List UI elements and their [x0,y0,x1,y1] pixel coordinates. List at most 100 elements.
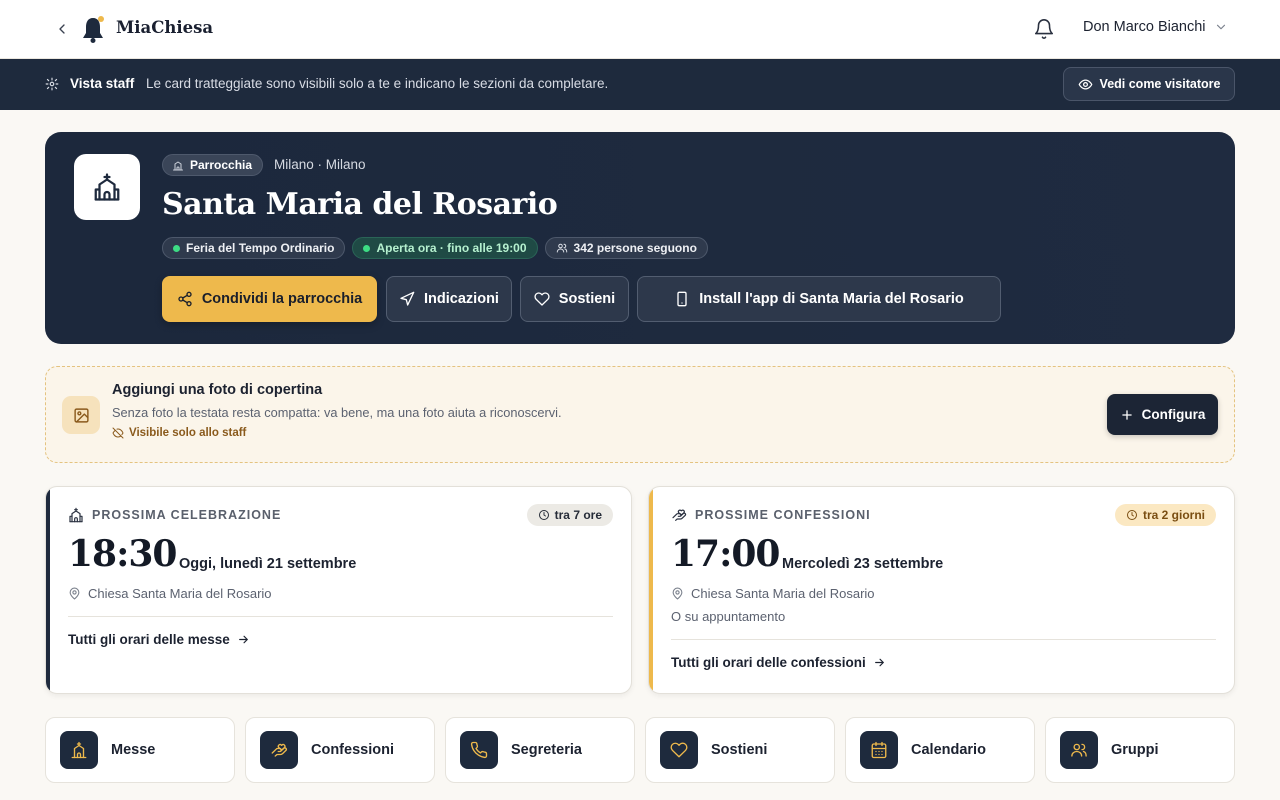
next-confession-time: 17:00 [671,533,780,575]
todo-title: Aggiungi una foto di copertina [112,382,323,398]
open-status-badge: Aperta ora · fino alle 19:00 [352,237,538,259]
next-mass-relative: tra 7 ore [554,508,602,522]
directions-button[interactable]: Indicazioni [386,276,512,322]
next-confession-heading-label: PROSSIME CONFESSIONI [695,508,871,522]
liturgy-label: Feria del Tempo Ordinario [186,241,335,255]
next-confession-card: PROSSIME CONFESSIONI tra 2 giorni 17:00 … [648,486,1235,694]
next-confession-place-label: Chiesa Santa Maria del Rosario [691,586,875,601]
view-as-visitor-label: Vedi come visitatore [1099,77,1221,91]
heart-icon [534,292,550,306]
status-dot [173,244,180,252]
next-mass-day: Oggi, lunedì 21 settembre [179,556,357,572]
view-as-visitor-button[interactable]: Vedi come visitatore [1063,67,1235,101]
arrow-right-icon [238,635,248,644]
open-status-label: Aperta ora · fino alle 19:00 [376,241,527,255]
share-parish-label: Condividi la parrocchia [201,291,363,307]
parish-name: Santa Maria del Rosario [162,187,558,222]
clock-icon [538,510,549,520]
directions-label: Indicazioni [424,291,499,307]
status-dot [363,244,371,252]
next-mass-heading-label: PROSSIMA CELEBRAZIONE [92,508,282,522]
install-app-button[interactable]: Install l'app di Santa Maria del Rosario [637,276,1001,322]
staff-view-text: Le card tratteggiate sono visibili solo … [146,76,609,91]
next-confession-relative-badge: tra 2 giorni [1114,504,1216,526]
staff-view-label: Vista staff [70,76,135,91]
tile-office[interactable]: Segreteria [445,717,635,783]
parish-type: Parrocchia [190,158,253,172]
next-mass-place-label: Chiesa Santa Maria del Rosario [88,586,272,601]
parish-type-pill: Parrocchia [162,154,264,176]
tile-masses[interactable]: Messe [45,717,235,783]
tile-calendar[interactable]: Calendario [845,717,1035,783]
image-icon [62,396,100,434]
arrow-right-icon [874,658,884,667]
support-button[interactable]: Sostieni [520,276,629,322]
hand-heart-icon [672,509,687,521]
users-icon [1060,731,1098,769]
install-app-label: Install l'app di Santa Maria del Rosario [699,291,964,307]
gear-icon [45,77,59,91]
card-divider [671,639,1216,640]
tile-groups[interactable]: Gruppi [1045,717,1235,783]
chevron-down-icon [1216,24,1225,30]
next-mass-heading: PROSSIMA CELEBRAZIONE [68,507,281,523]
tile-label: Segreteria [511,742,582,758]
church-small-icon [173,161,183,171]
bell-logo-icon [80,14,106,44]
hand-heart-icon [260,731,298,769]
next-mass-card: PROSSIMA CELEBRAZIONE tra 7 ore 18:30 Og… [45,486,632,694]
next-confession-day: Mercoledì 23 settembre [782,556,944,572]
church-icon [69,507,83,523]
chevron-left-icon [59,24,65,34]
tile-confessions[interactable]: Confessioni [245,717,435,783]
followers-badge: 342 persone seguono [544,237,708,259]
hero-badges: Feria del Tempo Ordinario Aperta ora · f… [162,237,708,259]
configure-button[interactable]: Configura [1107,394,1218,435]
plus-icon [1121,409,1132,420]
map-pin-icon [672,587,683,600]
all-mass-times-link[interactable]: Tutti gli orari delle messe [68,632,250,647]
card-divider [68,616,613,617]
church-icon [74,154,140,220]
next-confession-place: Chiesa Santa Maria del Rosario [671,586,875,601]
all-confession-times-link[interactable]: Tutti gli orari delle confessioni [671,655,886,670]
tile-support[interactable]: Sostieni [645,717,835,783]
liturgy-badge: Feria del Tempo Ordinario [162,237,346,259]
eye-off-icon [112,427,124,439]
users-icon [556,243,567,253]
navigation-icon [400,291,415,306]
back-button[interactable] [52,19,72,39]
share-icon [178,291,192,307]
card-accent [46,487,50,693]
app-name: MiaChiesa [116,18,214,37]
user-menu[interactable]: Don Marco Bianchi [1083,19,1228,35]
parish-location: Milano · Milano [274,157,366,172]
support-label: Sostieni [558,291,616,307]
smartphone-icon [677,291,687,307]
next-mass-place: Chiesa Santa Maria del Rosario [68,586,272,601]
tile-label: Messe [111,742,156,758]
notifications-bell-icon[interactable] [1033,18,1055,40]
next-mass-relative-badge: tra 7 ore [526,504,613,526]
staff-only-label: Visibile solo allo staff [129,427,247,439]
staff-only-note: Visibile solo allo staff [112,427,246,439]
todo-description: Senza foto la testata resta compatta: va… [112,405,562,420]
card-accent [649,487,653,693]
phone-icon [460,731,498,769]
eye-icon [1078,79,1092,89]
share-parish-button[interactable]: Condividi la parrocchia [162,276,377,322]
configure-label: Configura [1141,407,1206,422]
tile-label: Calendario [911,742,986,758]
next-confession-relative: tra 2 giorni [1142,508,1205,522]
user-name: Don Marco Bianchi [1083,19,1206,35]
all-confession-times-label: Tutti gli orari delle confessioni [671,655,866,670]
heart-icon [660,731,698,769]
tile-label: Gruppi [1111,742,1159,758]
tile-label: Sostieni [711,742,768,758]
church-icon [60,731,98,769]
clock-icon [1126,510,1137,520]
followers-label: 342 persone seguono [573,241,697,255]
next-confession-note: O su appuntamento [671,609,786,624]
next-mass-time: 18:30 [68,533,177,575]
tile-label: Confessioni [311,742,394,758]
